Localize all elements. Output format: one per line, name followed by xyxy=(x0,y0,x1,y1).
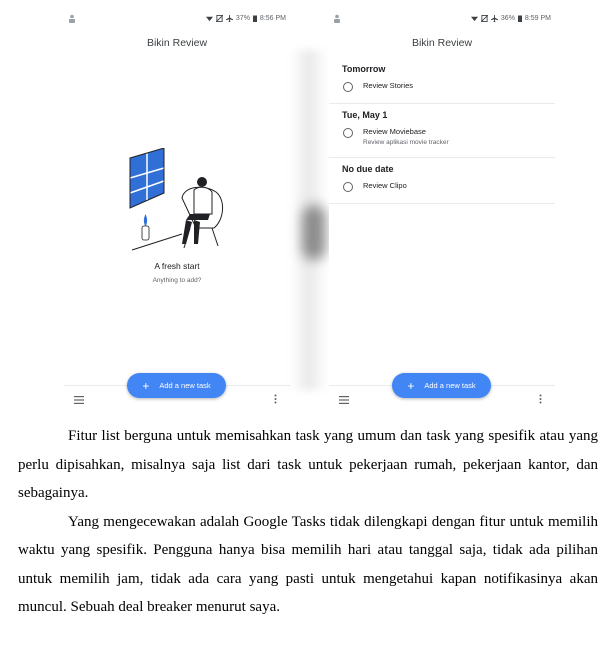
task-item[interactable]: Review Moviebase Review aplikasi movie t… xyxy=(329,123,555,151)
add-task-label: Add a new task xyxy=(424,381,476,390)
task-list: Tomorrow Review Stories Tue, May 1 Revie… xyxy=(329,61,555,207)
no-sim-icon xyxy=(480,15,488,22)
task-item[interactable]: Review Stories xyxy=(329,77,555,97)
battery-percent: 37% xyxy=(235,15,250,22)
section-header: No due date xyxy=(342,164,394,174)
task-checkbox[interactable] xyxy=(343,128,353,138)
add-task-button[interactable]: + Add a new task xyxy=(127,373,226,398)
task-checkbox[interactable] xyxy=(343,82,353,92)
article-paragraph: Yang mengecewakan adalah Google Tasks ti… xyxy=(18,513,598,616)
more-vert-icon[interactable] xyxy=(539,394,542,404)
task-note: Review aplikasi movie tracker xyxy=(363,139,449,146)
airplane-icon xyxy=(225,15,233,22)
article-body: Fitur list berguna untuk memisahkan task… xyxy=(18,422,598,622)
blurred-background-shape xyxy=(302,205,326,260)
task-section: Tue, May 1 Review Moviebase Review aplik… xyxy=(329,107,555,158)
status-time: 8:59 PM xyxy=(524,15,551,22)
empty-state-illustration xyxy=(129,148,223,251)
no-sim-icon xyxy=(215,15,223,22)
airplane-icon xyxy=(490,15,498,22)
window-illustration xyxy=(129,148,165,209)
battery-icon xyxy=(252,15,257,22)
status-time: 8:56 PM xyxy=(259,15,286,22)
plus-icon: + xyxy=(407,378,415,393)
wifi-icon xyxy=(470,16,478,22)
wifi-icon xyxy=(205,16,213,22)
task-section: Tomorrow Review Stories xyxy=(329,61,555,104)
task-item[interactable]: Review Clipo xyxy=(329,177,555,197)
empty-state-title: A fresh start xyxy=(154,261,200,271)
section-header: Tomorrow xyxy=(342,64,386,74)
person-icon xyxy=(69,14,75,23)
empty-state-subtitle: Anything to add? xyxy=(152,277,202,284)
section-header: Tue, May 1 xyxy=(342,110,388,120)
person-icon xyxy=(334,14,340,23)
plus-icon: + xyxy=(142,378,150,393)
add-task-label: Add a new task xyxy=(159,381,211,390)
app-title: Bikin Review xyxy=(146,37,208,49)
task-title: Review Stories xyxy=(363,81,414,90)
status-bar: 37% 8:56 PM xyxy=(64,8,290,30)
more-vert-icon[interactable] xyxy=(274,394,277,404)
left-phone-screen: 37% 8:56 PM Bikin Review A fresh start A xyxy=(64,8,290,410)
app-title: Bikin Review xyxy=(411,37,473,49)
task-section: No due date Review Clipo xyxy=(329,161,555,204)
task-checkbox[interactable] xyxy=(343,182,353,192)
right-phone-screen: 36% 8:59 PM Bikin Review Tomorrow Review… xyxy=(329,8,555,410)
article-paragraph: Fitur list berguna untuk memisahkan task… xyxy=(18,428,598,501)
battery-percent: 36% xyxy=(500,15,515,22)
task-title: Review Moviebase xyxy=(363,127,426,136)
battery-icon xyxy=(517,15,522,22)
menu-icon[interactable] xyxy=(339,396,349,404)
task-title: Review Clipo xyxy=(363,181,407,190)
add-task-button[interactable]: + Add a new task xyxy=(392,373,491,398)
menu-icon[interactable] xyxy=(74,396,84,404)
status-bar: 36% 8:59 PM xyxy=(329,8,555,30)
